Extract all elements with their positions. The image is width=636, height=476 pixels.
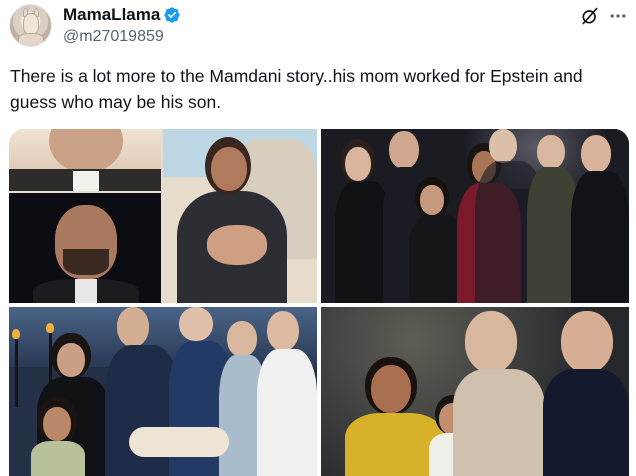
more-dots-icon[interactable] — [607, 6, 629, 26]
person-3-face — [420, 185, 444, 215]
carried-person-legs — [129, 427, 229, 457]
llama-head — [23, 13, 39, 35]
person-man-4-body — [257, 349, 317, 476]
photo-2-group[interactable] — [321, 129, 629, 303]
collage-top-left — [9, 129, 161, 191]
photo-3-beach-group[interactable] — [9, 307, 317, 476]
photo-4-trio[interactable] — [321, 307, 629, 476]
person-woman-yellow-face — [371, 365, 411, 413]
portrait-beard — [63, 249, 109, 275]
person-2-face — [389, 131, 419, 169]
person-man-2-face — [179, 307, 213, 341]
photo-1-collage[interactable] — [9, 129, 317, 303]
torch-1 — [15, 337, 18, 407]
person-man-center-face — [465, 311, 517, 373]
person-man-4-face — [267, 311, 299, 351]
display-name[interactable]: MamaLlama — [63, 5, 160, 25]
avatar[interactable] — [9, 4, 52, 47]
collage-right-woman-baby — [163, 129, 317, 303]
verified-badge-icon — [164, 7, 180, 23]
woman-face — [211, 147, 247, 191]
collage-head — [49, 129, 123, 173]
post-header: MamaLlama @m27019859 — [0, 0, 636, 56]
person-7-body — [571, 171, 629, 303]
media-grid — [9, 129, 629, 476]
person-man-center-body — [453, 369, 545, 476]
collage-collar-white — [73, 171, 99, 191]
torch-2-flame — [46, 323, 54, 333]
torch-1-flame — [12, 329, 20, 339]
person-man-right-body — [543, 369, 629, 476]
grok-slashed-circle-icon[interactable] — [580, 6, 600, 26]
person-boy-body — [31, 441, 85, 476]
person-man-right-face — [561, 311, 613, 373]
person-5-face — [489, 129, 517, 163]
collage-bottom-left-portrait — [9, 193, 161, 303]
person-man-3-face — [227, 321, 257, 357]
person-boy-face — [43, 407, 71, 441]
baby — [207, 225, 267, 265]
portrait-shirt — [75, 279, 97, 303]
person-man-1-face — [117, 307, 149, 347]
person-7-face — [581, 135, 611, 173]
person-1-face — [345, 147, 371, 181]
person-woman-face — [57, 343, 85, 377]
user-handle[interactable]: @m27019859 — [63, 27, 164, 47]
person-6-face — [537, 135, 565, 169]
llama-body — [18, 33, 44, 46]
post-text: There is a lot more to the Mamdani story… — [10, 66, 583, 112]
